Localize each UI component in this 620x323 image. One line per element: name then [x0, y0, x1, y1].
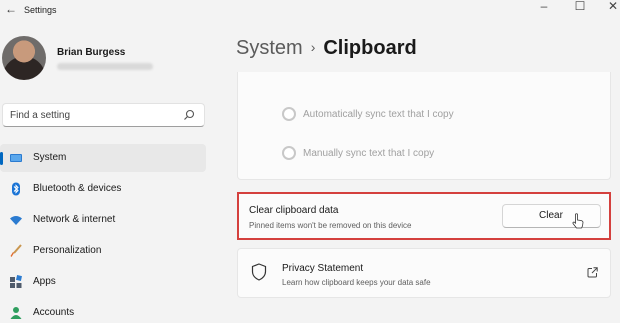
active-indicator	[0, 152, 3, 165]
sidebar-item-personalization[interactable]: Personalization	[0, 237, 206, 265]
user-profile[interactable]: Brian Burgess	[2, 36, 202, 86]
privacy-subtitle: Learn how clipboard keeps your data safe	[282, 278, 431, 287]
sidebar-item-label: Accounts	[33, 307, 75, 318]
back-button[interactable]: ←	[5, 2, 17, 16]
sidebar-item-label: Apps	[33, 276, 56, 287]
external-link-icon	[587, 267, 598, 278]
sidebar-item-label: System	[33, 152, 67, 163]
clear-clipboard-subtitle: Pinned items won't be removed on this de…	[249, 221, 412, 230]
clear-button[interactable]: Clear	[502, 204, 601, 228]
apps-icon	[10, 275, 22, 288]
breadcrumb-parent[interactable]: System	[236, 37, 303, 59]
sidebar-item-label: Network & internet	[33, 214, 116, 225]
breadcrumb-separator: ›	[310, 39, 316, 55]
clear-button-label: Clear	[539, 210, 563, 221]
avatar	[2, 36, 46, 80]
search-placeholder: Find a setting	[10, 110, 71, 121]
sidebar-item-network[interactable]: Network & internet	[0, 206, 206, 234]
user-email-redacted	[57, 63, 153, 70]
sidebar-item-apps[interactable]: Apps	[0, 268, 206, 296]
radio-auto-sync[interactable]	[282, 107, 296, 121]
radio-auto-sync-label: Automatically sync text that I copy	[303, 109, 454, 120]
search-icon	[184, 109, 195, 120]
sidebar-item-label: Bluetooth & devices	[33, 183, 122, 194]
mouse-cursor-icon	[572, 213, 584, 229]
page-title: System › Clipboard	[236, 37, 417, 60]
wifi-icon	[10, 216, 22, 225]
privacy-title: Privacy Statement	[282, 263, 364, 274]
radio-manual-sync-label: Manually sync text that I copy	[303, 148, 435, 159]
sidebar-item-label: Personalization	[33, 245, 102, 256]
sidebar-item-accounts[interactable]: Accounts	[0, 299, 206, 323]
breadcrumb-current: Clipboard	[323, 37, 417, 59]
shield-icon	[251, 263, 267, 281]
privacy-statement-link[interactable]: Privacy Statement Learn how clipboard ke…	[237, 248, 611, 298]
clear-clipboard-card: Clear clipboard data Pinned items won't …	[237, 192, 611, 240]
sidebar-nav: System Bluetooth & devices Network & int…	[0, 144, 206, 323]
sidebar-item-bluetooth[interactable]: Bluetooth & devices	[0, 175, 206, 203]
search-input[interactable]: Find a setting	[2, 103, 205, 127]
close-button[interactable]: ✕	[606, 0, 620, 13]
radio-manual-sync[interactable]	[282, 146, 296, 160]
title-bar: ← Settings – ☐ ✕	[0, 0, 620, 22]
maximize-button[interactable]: ☐	[573, 0, 587, 13]
sidebar-item-system[interactable]: System	[0, 144, 206, 172]
monitor-icon	[10, 154, 22, 162]
person-icon	[10, 307, 22, 319]
user-name: Brian Burgess	[57, 47, 126, 58]
brush-icon	[10, 244, 22, 257]
sync-options-card	[237, 72, 611, 180]
minimize-button[interactable]: –	[537, 0, 551, 13]
bluetooth-icon	[12, 182, 20, 196]
window-title: Settings	[24, 5, 57, 15]
clear-clipboard-title: Clear clipboard data	[249, 205, 339, 216]
